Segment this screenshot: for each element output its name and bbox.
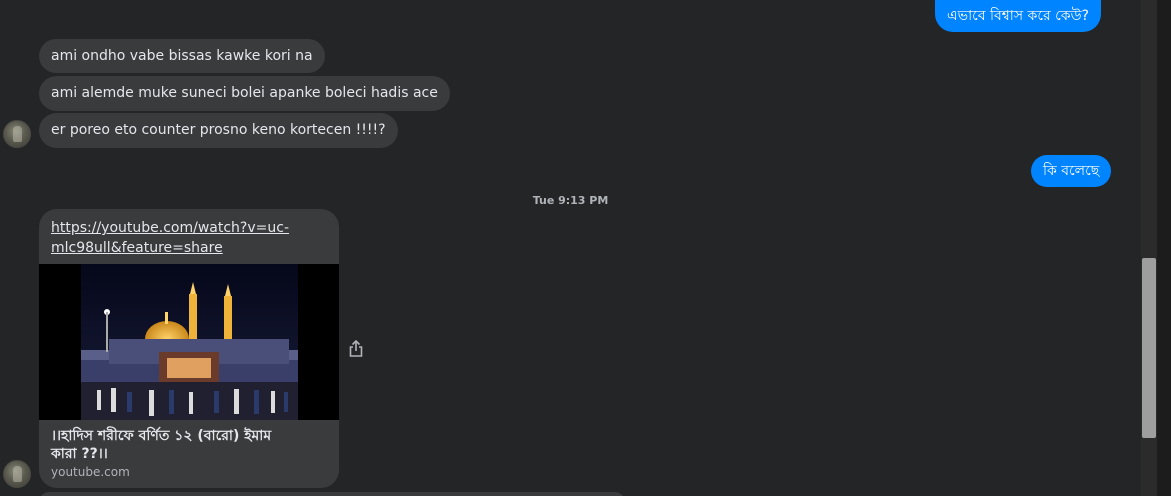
sent-message-bubble[interactable]: এভাবে বিশ্বাস করে কেউ? xyxy=(935,0,1101,32)
received-message-bubble[interactable]: er poreo eto counter prosno keno kortece… xyxy=(39,113,398,148)
message-text: কি বলেছে xyxy=(1043,162,1100,179)
message-timestamp: Tue 9:13 PM xyxy=(532,194,609,207)
link-url-line: https://youtube.com/watch?v=uc- xyxy=(51,220,289,236)
avatar-figure xyxy=(13,466,22,482)
message-text: এভাবে বিশ্বাস করে কেউ? xyxy=(947,7,1089,24)
message-text: ami ondho vabe bissas kawke kori na xyxy=(51,47,313,64)
window-edge xyxy=(1157,0,1171,496)
link-title-line: ।।হাদিস শরীফে বর্ণিত ১২ (বারো) ইমাম xyxy=(51,428,272,444)
link-domain: youtube.com xyxy=(51,465,130,479)
sent-message-bubble[interactable]: কি বলেছে xyxy=(1031,155,1112,187)
avatar-figure xyxy=(13,126,22,142)
message-text: ami alemde muke suneci bolei apanke bole… xyxy=(51,85,438,101)
contact-avatar[interactable] xyxy=(3,460,31,488)
link-url[interactable]: https://youtube.com/watch?v=uc- mlc98ull… xyxy=(51,218,321,258)
share-icon-glyph xyxy=(349,339,363,357)
link-url-line: mlc98ull&feature=share xyxy=(51,240,223,256)
share-icon[interactable] xyxy=(347,339,365,359)
contact-avatar[interactable] xyxy=(3,120,31,148)
link-thumbnail[interactable] xyxy=(39,264,339,420)
received-message-bubble[interactable] xyxy=(39,492,625,496)
link-title[interactable]: ।।হাদিস শরীফে বর্ণিত ১২ (বারো) ইমাম কারা… xyxy=(51,427,327,463)
received-message-bubble[interactable]: ami ondho vabe bissas kawke kori na xyxy=(39,39,325,73)
message-thread: এভাবে বিশ্বাস করে কেউ? ami ondho vabe bi… xyxy=(0,0,1141,496)
shrine-at-night-image xyxy=(81,264,298,420)
link-preview-card[interactable]: https://youtube.com/watch?v=uc- mlc98ull… xyxy=(39,209,339,488)
message-text: er poreo eto counter prosno keno kortece… xyxy=(51,122,386,138)
received-message-bubble[interactable]: ami alemde muke suneci bolei apanke bole… xyxy=(39,76,450,111)
link-title-line: কারা ??।। xyxy=(51,446,108,462)
scrollbar-thumb[interactable] xyxy=(1142,258,1156,438)
